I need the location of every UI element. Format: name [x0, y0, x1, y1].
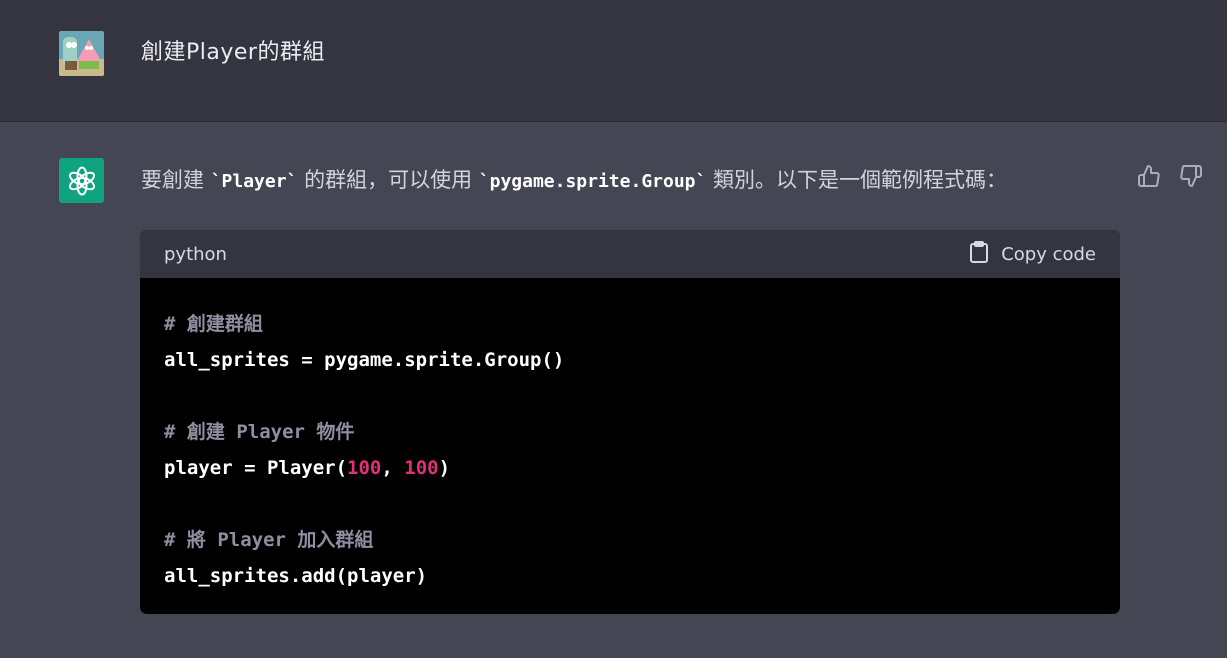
code-number: 100: [404, 457, 439, 479]
code-line: player = Player(100, 100): [164, 450, 1096, 486]
user-avatar-icon: [59, 31, 104, 76]
openai-logo-icon: [59, 158, 104, 203]
code-token: ): [438, 457, 451, 479]
answer-text-after: 類別。以下是一個範例程式碼：: [713, 168, 1008, 192]
user-message-row: 創建Player的群組: [0, 0, 1227, 122]
code-token: ,: [381, 457, 405, 479]
code-content: # 創建群組 all_sprites = pygame.sprite.Group…: [140, 278, 1120, 614]
assistant-message-row: 要創建 `Player` 的群組，可以使用 `pygame.sprite.Gro…: [0, 122, 1227, 658]
inline-code-player: `Player`: [210, 171, 298, 192]
answer-text-middle: 的群組，可以使用: [304, 168, 473, 192]
user-message-text: 創建Player的群組: [141, 40, 325, 65]
thumbs-up-icon[interactable]: [1137, 164, 1161, 188]
code-comment: # 創建群組: [164, 313, 263, 335]
code-line: all_sprites.add(player): [164, 565, 428, 587]
assistant-message-text: 要創建 `Player` 的群組，可以使用 `pygame.sprite.Gro…: [141, 164, 1007, 194]
code-block-header: python Copy code: [140, 230, 1120, 278]
code-comment: # 將 Player 加入群組: [164, 529, 374, 551]
copy-code-button[interactable]: Copy code: [969, 240, 1096, 268]
clipboard-icon: [969, 240, 989, 268]
copy-code-label: Copy code: [1001, 243, 1096, 265]
code-line: all_sprites = pygame.sprite.Group(): [164, 349, 565, 371]
code-language-label: python: [164, 243, 227, 265]
code-comment: # 創建 Player 物件: [164, 421, 355, 443]
thumbs-down-icon[interactable]: [1179, 164, 1203, 188]
code-block: python Copy code # 創建群組 all_sprites = py…: [140, 230, 1120, 614]
code-number: 100: [347, 457, 382, 479]
feedback-buttons: [1137, 164, 1203, 188]
answer-text-before: 要創建: [141, 168, 204, 192]
code-token: player = Player(: [164, 457, 348, 479]
inline-code-group: `pygame.sprite.Group`: [478, 171, 707, 192]
